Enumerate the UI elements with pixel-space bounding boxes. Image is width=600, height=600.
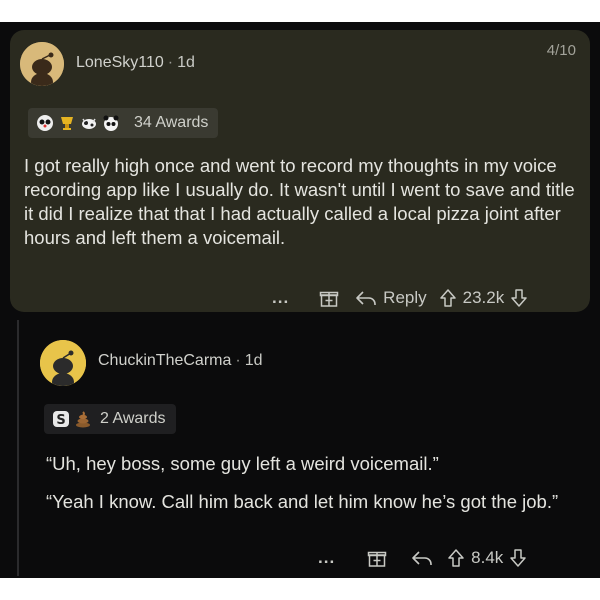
trophy-award-icon <box>58 114 76 132</box>
gift-award-icon[interactable] <box>319 288 339 308</box>
svg-text:S: S <box>56 413 65 428</box>
vote-score: 8.4k <box>471 548 504 567</box>
downvote-button[interactable] <box>509 548 527 568</box>
comment-age: 1d <box>244 352 263 369</box>
separator-dot: · <box>167 54 174 71</box>
reply-arrow-icon <box>412 551 432 565</box>
comment-card: 4/10 LoneSky110 · 1d 34 Awards I got rea… <box>10 30 590 312</box>
upvote-arrow-icon <box>448 549 464 567</box>
snoo-avatar-icon <box>40 340 86 386</box>
thread-line <box>17 320 19 576</box>
username[interactable]: LoneSky110 <box>76 54 164 71</box>
poop-award-icon <box>74 410 92 428</box>
awards-bar[interactable]: S 2 Awards <box>44 404 176 434</box>
reply-button[interactable]: Reply <box>355 288 427 308</box>
awards-bar[interactable]: 34 Awards <box>28 108 219 138</box>
awards-count: 34 Awards <box>134 114 209 131</box>
awards-count: 2 Awards <box>100 410 166 427</box>
username[interactable]: ChuckinTheCarma <box>98 352 231 369</box>
page-counter: 4/10 <box>546 42 576 59</box>
more-options-button[interactable]: ... <box>318 548 335 568</box>
comment-age: 1d <box>177 54 195 71</box>
separator-dot: · <box>235 352 241 369</box>
panda-award-icon <box>36 114 54 132</box>
comment-paragraph: “Uh, hey boss, some guy left a weird voi… <box>46 453 439 474</box>
comment-meta: LoneSky110 · 1d <box>76 54 195 72</box>
avatar[interactable] <box>20 42 64 86</box>
thread-screen: 4/10 LoneSky110 · 1d 34 Awards I got rea… <box>0 22 600 578</box>
panda-face-award-icon <box>102 114 120 132</box>
gift-award-icon[interactable] <box>367 548 387 568</box>
comment-body: I got really high once and went to recor… <box>24 155 575 248</box>
more-options-button[interactable]: ... <box>272 288 289 308</box>
comment-actions: ... Reply 23.2k <box>272 288 528 308</box>
reply-button[interactable] <box>411 549 433 567</box>
comment-meta: ChuckinTheCarma · 1d <box>98 352 263 370</box>
upvote-button[interactable] <box>439 288 457 308</box>
silver-award-icon: S <box>52 410 70 428</box>
comment-paragraph: “Yeah I know. Call him back and let him … <box>46 491 559 512</box>
downvote-arrow-icon <box>511 289 527 307</box>
upvote-arrow-icon <box>439 289 456 307</box>
downvote-button[interactable] <box>510 288 528 308</box>
cow-award-icon <box>80 114 98 132</box>
snoo-avatar-icon <box>20 42 64 86</box>
vote-score: 23.2k <box>462 288 505 307</box>
upvote-button[interactable] <box>447 548 465 568</box>
comment-actions: ... 8.4k <box>318 548 527 568</box>
avatar[interactable] <box>40 340 86 386</box>
downvote-arrow-icon <box>510 549 527 567</box>
reply-label: Reply <box>383 288 427 307</box>
reply-arrow-icon <box>356 291 376 305</box>
